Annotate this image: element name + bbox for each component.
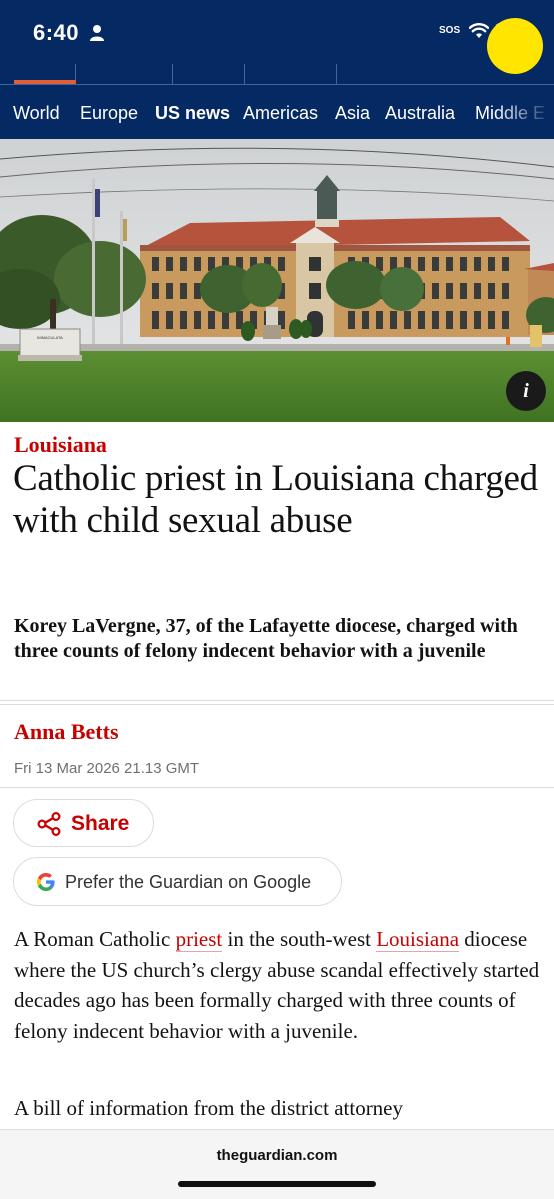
- divider: [0, 700, 554, 701]
- article-paragraph: A bill of information from the district …: [14, 1096, 404, 1120]
- article-dateline: Fri 13 Mar 2026 21.13 GMT: [14, 760, 200, 777]
- pillar-divider: [336, 64, 337, 85]
- sos-indicator: SOS: [439, 25, 461, 36]
- article-byline[interactable]: Anna Betts: [14, 719, 119, 745]
- person-icon: [90, 25, 104, 41]
- subnav-item-asia[interactable]: Asia: [335, 103, 370, 124]
- hero-sign-text: IMMACULATA: [37, 335, 63, 340]
- share-icon: [37, 812, 61, 836]
- divider: [0, 787, 554, 788]
- pillar-nav: [0, 64, 554, 85]
- share-button[interactable]: Share: [13, 799, 154, 847]
- subnav-fade: [494, 85, 554, 139]
- prefer-guardian-label: Prefer the Guardian on Google: [65, 872, 312, 892]
- article-kicker[interactable]: Louisiana: [14, 432, 107, 458]
- subnav-item-europe[interactable]: Europe: [80, 103, 138, 124]
- section-subnav: World Europe US news Americas Asia Austr…: [0, 85, 554, 139]
- browser-bottom-bar: theguardian.com: [0, 1129, 554, 1199]
- article-headline: Catholic priest in Louisiana charged wit…: [13, 458, 538, 541]
- paragraph-text: in the south-west: [222, 927, 377, 951]
- home-indicator[interactable]: [178, 1181, 376, 1187]
- status-bar: 6:40 SOS 82: [0, 0, 554, 64]
- subnav-item-world[interactable]: World: [13, 103, 60, 124]
- share-label: Share: [71, 812, 130, 835]
- paragraph-text: A Roman Catholic: [14, 927, 176, 951]
- subnav-item-australia[interactable]: Australia: [385, 103, 455, 124]
- subnav-item-americas[interactable]: Americas: [243, 103, 318, 124]
- wifi-icon: [469, 23, 489, 38]
- subnav-item-us-news[interactable]: US news: [155, 103, 230, 124]
- app-header: 6:40 SOS 82 World Europe US news America…: [0, 0, 554, 139]
- article-standfirst: Korey LaVergne, 37, of the Lafayette dio…: [14, 615, 518, 662]
- louisiana-link[interactable]: Louisiana: [376, 927, 460, 952]
- divider: [0, 704, 554, 705]
- hero-image: IMMACULATA: [0, 139, 554, 422]
- status-time: 6:40: [33, 20, 80, 45]
- hero-photo: IMMACULATA: [0, 139, 554, 422]
- info-icon[interactable]: i: [506, 371, 546, 411]
- pillar-divider: [244, 64, 245, 85]
- article-paragraph: A Roman Catholic priest in the south-wes…: [14, 924, 540, 1046]
- pillar-divider: [172, 64, 173, 85]
- priest-link[interactable]: priest: [175, 927, 223, 952]
- prefer-guardian-google-button[interactable]: Prefer the Guardian on Google: [13, 857, 342, 906]
- google-icon: [37, 873, 55, 891]
- url-bar[interactable]: theguardian.com: [0, 1147, 554, 1164]
